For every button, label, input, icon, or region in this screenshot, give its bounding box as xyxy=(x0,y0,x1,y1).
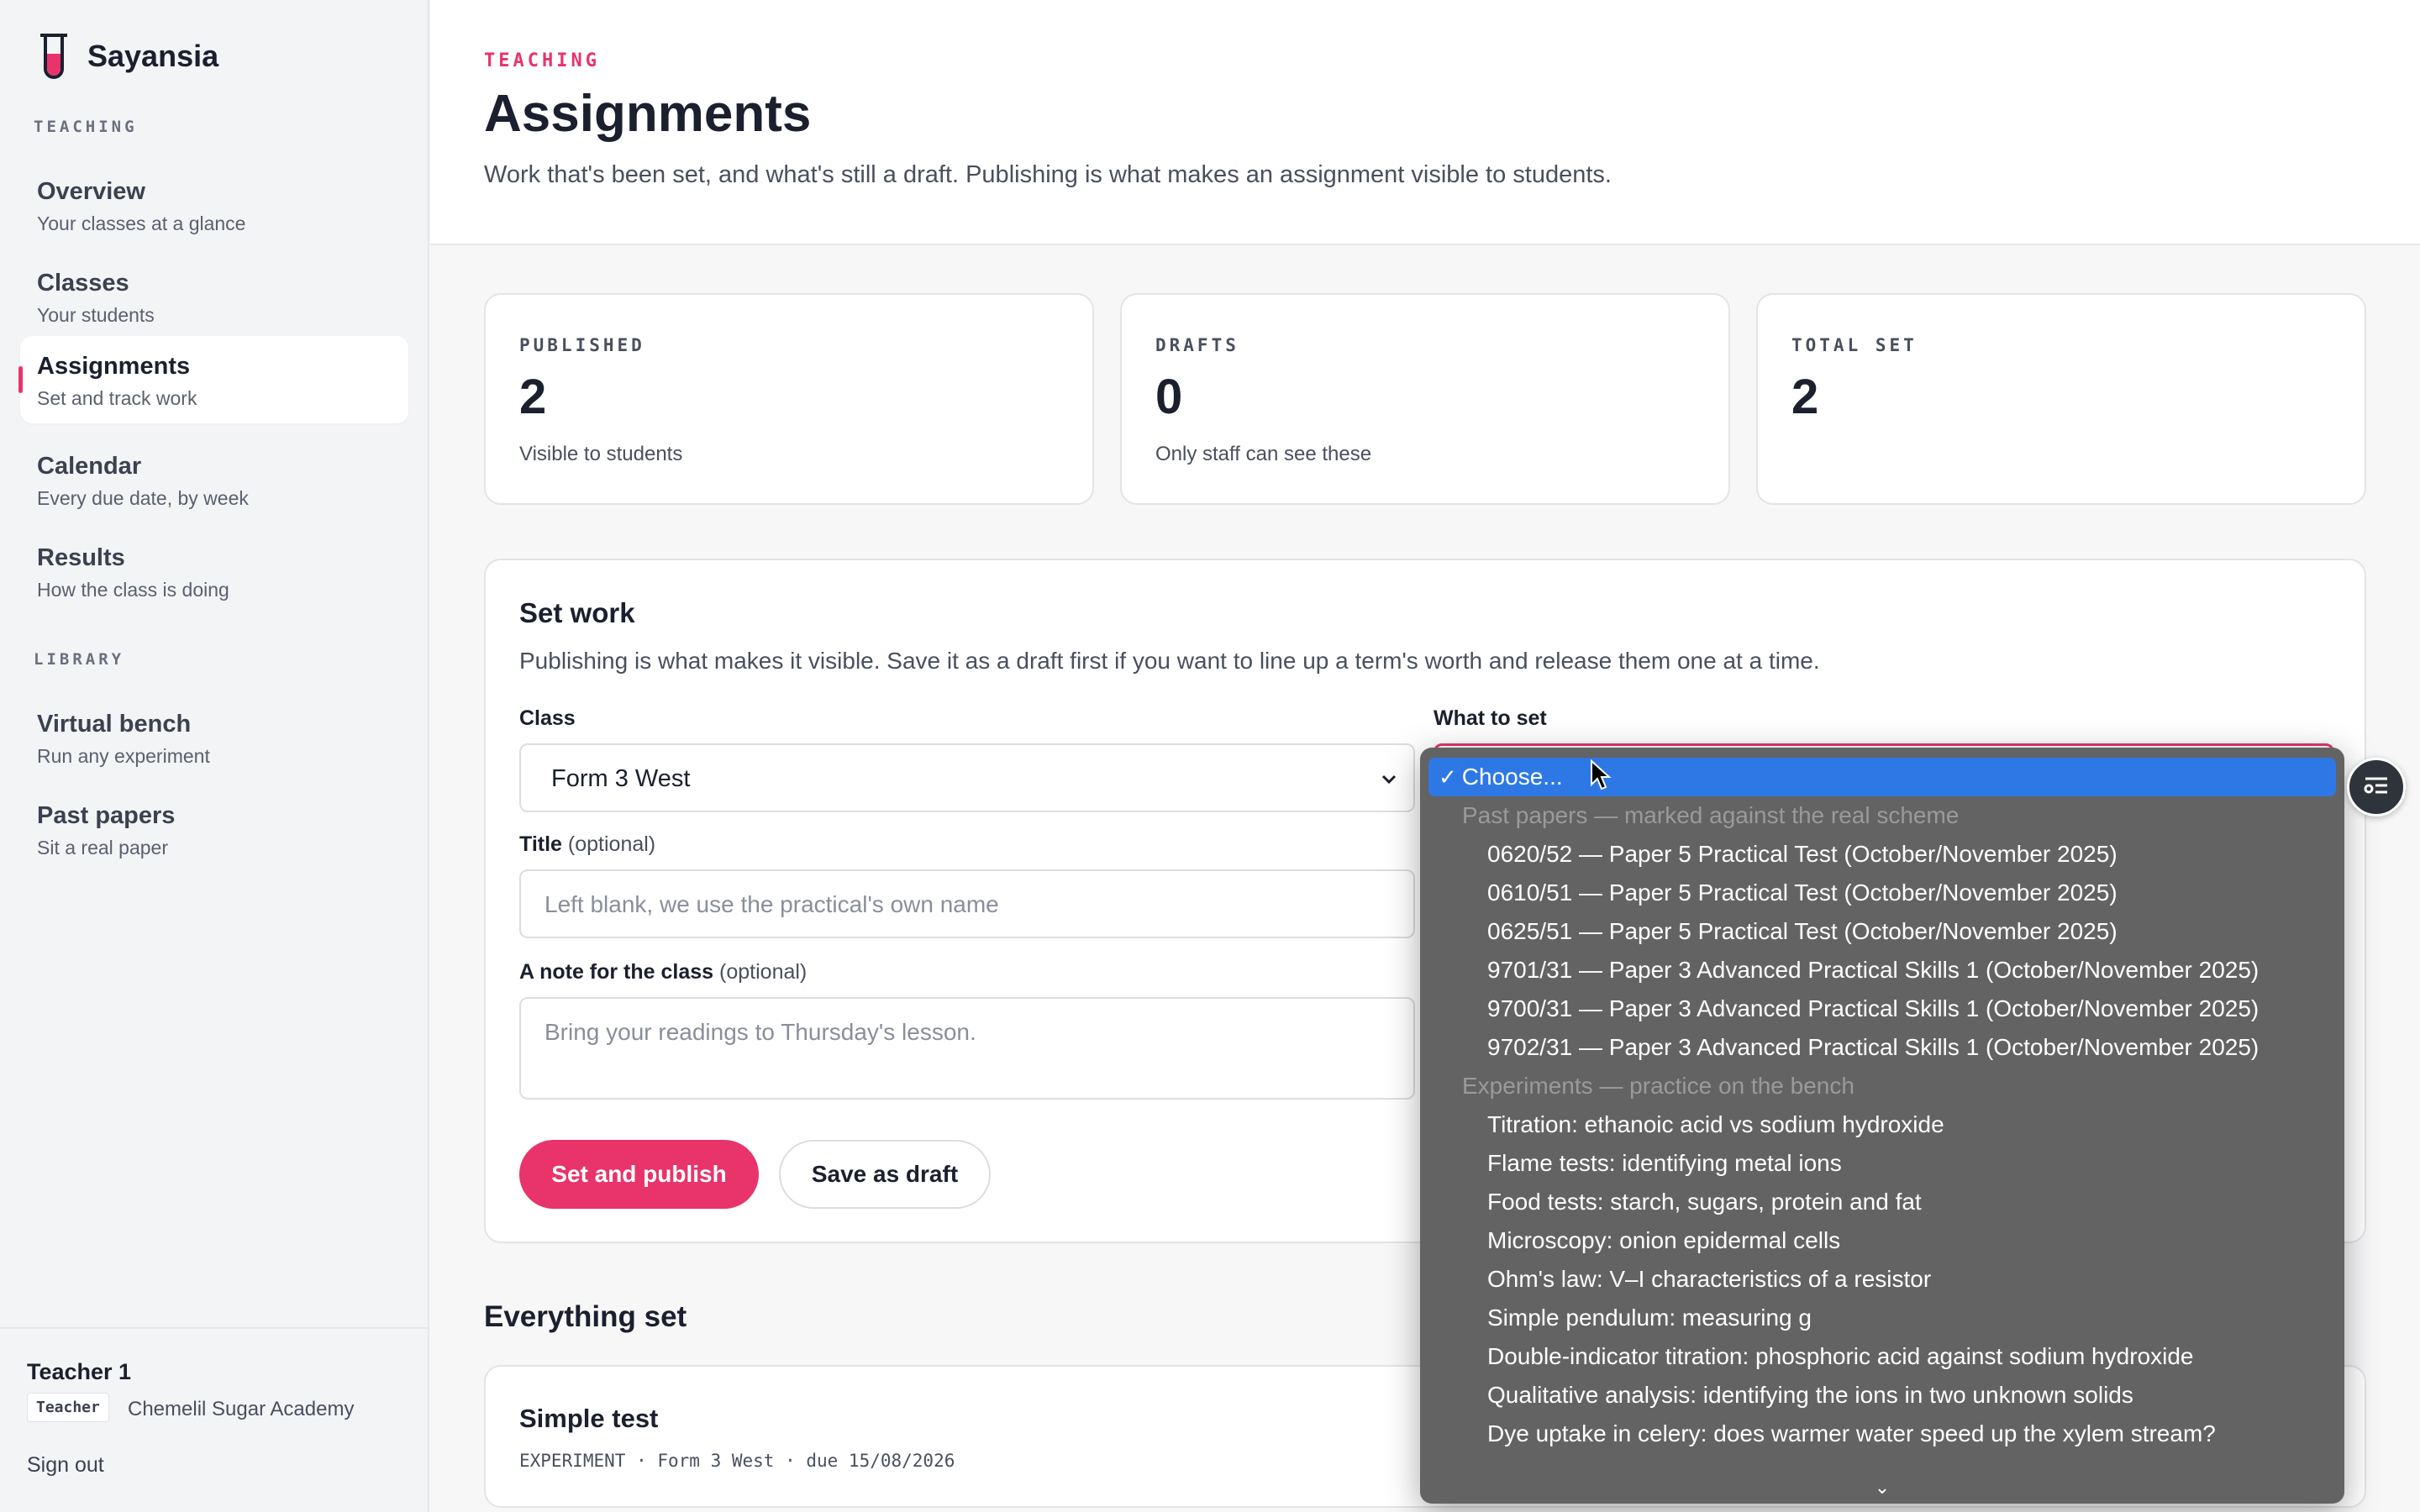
dropdown-group-label: Past papers — marked against the real sc… xyxy=(1462,802,1960,828)
dropdown-option[interactable]: 9700/31 — Paper 3 Advanced Practical Ski… xyxy=(1420,990,2344,1028)
class-select[interactable]: Form 3 West xyxy=(519,743,1415,812)
checkmark-icon: ✓ xyxy=(1439,764,1457,790)
brand[interactable]: Sayansia xyxy=(37,32,218,81)
nav-subtitle: Your students xyxy=(37,304,155,326)
nav-subtitle: Run any experiment xyxy=(37,745,210,767)
sidebar-item-results[interactable]: Results How the class is doing xyxy=(20,528,408,615)
stat-label: DRAFTS xyxy=(1155,335,1239,355)
stat-card-total-set: TOTAL SET 2 xyxy=(1756,293,2366,505)
nav-title: Calendar xyxy=(37,453,142,480)
what-to-set-dropdown-menu[interactable]: ✓ Choose... Past papers — marked against… xyxy=(1420,748,2344,1504)
dropdown-group-label: Experiments — practice on the bench xyxy=(1462,1073,1854,1099)
page-description: Work that's been set, and what's still a… xyxy=(484,161,1612,188)
nav-title: Overview xyxy=(37,178,145,205)
dropdown-option[interactable]: Simple pendulum: measuring g xyxy=(1420,1299,2344,1337)
stat-subtitle: Only staff can see these xyxy=(1155,443,1372,465)
set-and-publish-button[interactable]: Set and publish xyxy=(519,1140,759,1209)
dropdown-option[interactable]: 0610/51 — Paper 5 Practical Test (Octobe… xyxy=(1420,874,2344,912)
section-label-teaching: TEACHING xyxy=(34,118,138,136)
school-name: Chemelil Sugar Academy xyxy=(128,1398,355,1420)
optional-tag: (optional) xyxy=(719,960,808,984)
dropdown-option[interactable]: 0625/51 — Paper 5 Practical Test (Octobe… xyxy=(1420,912,2344,951)
sidebar-item-past-papers[interactable]: Past papers Sit a real paper xyxy=(20,785,408,873)
assignment-meta: EXPERIMENT · Form 3 West · due 15/08/202… xyxy=(519,1451,955,1471)
stat-card-published: PUBLISHED 2 Visible to students xyxy=(484,293,1094,505)
title-input[interactable]: Left blank, we use the practical's own n… xyxy=(519,869,1415,938)
user-name: Teacher 1 xyxy=(27,1359,132,1384)
note-label-text: A note for the class xyxy=(519,960,714,984)
class-select-value: Form 3 West xyxy=(551,765,691,792)
sidebar-item-virtual-bench[interactable]: Virtual bench Run any experiment xyxy=(20,694,408,781)
page-title: Assignments xyxy=(484,85,812,143)
what-to-set-label: What to set xyxy=(1434,706,1547,730)
dropdown-option[interactable]: Ohm's law: V–I characteristics of a resi… xyxy=(1420,1260,2344,1299)
form-description: Publishing is what makes it visible. Sav… xyxy=(519,648,1820,674)
stat-value: 0 xyxy=(1155,370,1183,424)
everything-set-title: Everything set xyxy=(484,1300,687,1333)
dropdown-option-selected[interactable]: ✓ Choose... xyxy=(1428,758,2336,796)
test-tube-logo-icon xyxy=(37,32,71,81)
dropdown-option[interactable]: Titration: ethanoic acid vs sodium hydro… xyxy=(1420,1105,2344,1144)
note-textarea[interactable]: Bring your readings to Thursday's lesson… xyxy=(519,997,1415,1100)
dropdown-option[interactable]: 9702/31 — Paper 3 Advanced Practical Ski… xyxy=(1420,1028,2344,1067)
list-settings-icon xyxy=(2362,774,2391,801)
user-panel: Teacher 1 Teacher Chemelil Sugar Academy… xyxy=(0,1327,428,1512)
class-label: Class xyxy=(519,706,576,730)
nav-subtitle: Every due date, by week xyxy=(37,487,249,509)
sign-out-link[interactable]: Sign out xyxy=(27,1453,104,1478)
dropdown-option[interactable]: Double-indicator titration: phosphoric a… xyxy=(1420,1337,2344,1376)
assignment-title: Simple test xyxy=(519,1404,659,1433)
sidebar-item-calendar[interactable]: Calendar Every due date, by week xyxy=(20,436,408,523)
form-title: Set work xyxy=(519,597,635,628)
dropdown-option[interactable]: Qualitative analysis: identifying the io… xyxy=(1420,1376,2344,1415)
option-label: Choose... xyxy=(1461,764,1563,790)
title-label-text: Title xyxy=(519,832,562,856)
dropdown-option[interactable]: 0620/52 — Paper 5 Practical Test (Octobe… xyxy=(1420,835,2344,874)
dropdown-option[interactable]: Food tests: starch, sugars, protein and … xyxy=(1420,1183,2344,1221)
dropdown-option[interactable]: Microscopy: onion epidermal cells xyxy=(1420,1221,2344,1260)
nav-subtitle: Your classes at a glance xyxy=(37,213,246,234)
nav-subtitle: Sit a real paper xyxy=(37,837,168,858)
dropdown-option[interactable]: 9701/31 — Paper 3 Advanced Practical Ski… xyxy=(1420,951,2344,990)
title-placeholder: Left blank, we use the practical's own n… xyxy=(544,891,999,917)
save-as-draft-button[interactable]: Save as draft xyxy=(779,1140,991,1209)
stat-label: TOTAL SET xyxy=(1791,335,1918,355)
sidebar-item-overview[interactable]: Overview Your classes at a glance xyxy=(20,161,408,249)
mouse-cursor-icon xyxy=(1590,759,1612,791)
nav-title: Assignments xyxy=(37,353,191,380)
sidebar-item-classes[interactable]: Classes Your students xyxy=(20,253,408,340)
role-badge: Teacher xyxy=(27,1393,109,1422)
note-placeholder: Bring your readings to Thursday's lesson… xyxy=(544,1019,976,1045)
sidebar-item-assignments[interactable]: Assignments Set and track work xyxy=(18,336,408,423)
title-label: Title (optional) xyxy=(519,832,655,857)
stat-label: PUBLISHED xyxy=(519,335,645,355)
nav-title: Virtual bench xyxy=(37,711,192,738)
optional-tag: (optional) xyxy=(567,832,656,856)
dropdown-option[interactable]: Flame tests: identifying metal ions xyxy=(1420,1144,2344,1183)
dropdown-option[interactable]: Dye uptake in celery: does warmer water … xyxy=(1420,1415,2344,1453)
stat-card-drafts: DRAFTS 0 Only staff can see these xyxy=(1120,293,1730,505)
nav-title: Past papers xyxy=(37,802,176,829)
chevron-down-icon xyxy=(1380,767,1398,785)
nav-title: Results xyxy=(37,544,125,571)
stat-value: 2 xyxy=(1791,370,1819,424)
nav-title: Classes xyxy=(37,270,129,297)
page-header: TEACHING Assignments Work that's been se… xyxy=(430,0,2420,245)
app-name: Sayansia xyxy=(87,39,219,73)
nav-subtitle: How the class is doing xyxy=(37,579,229,601)
stat-value: 2 xyxy=(519,370,547,424)
scroll-down-chevron-icon[interactable]: ⌄ xyxy=(1420,1477,2344,1499)
nav-subtitle: Set and track work xyxy=(37,387,197,409)
stat-subtitle: Visible to students xyxy=(519,443,683,465)
note-label: A note for the class (optional) xyxy=(519,960,807,984)
sidebar: Sayansia TEACHING Overview Your classes … xyxy=(0,0,429,1512)
page-eyebrow: TEACHING xyxy=(484,50,600,71)
section-label-library: LIBRARY xyxy=(34,650,125,669)
floating-action-button[interactable] xyxy=(2347,758,2406,816)
